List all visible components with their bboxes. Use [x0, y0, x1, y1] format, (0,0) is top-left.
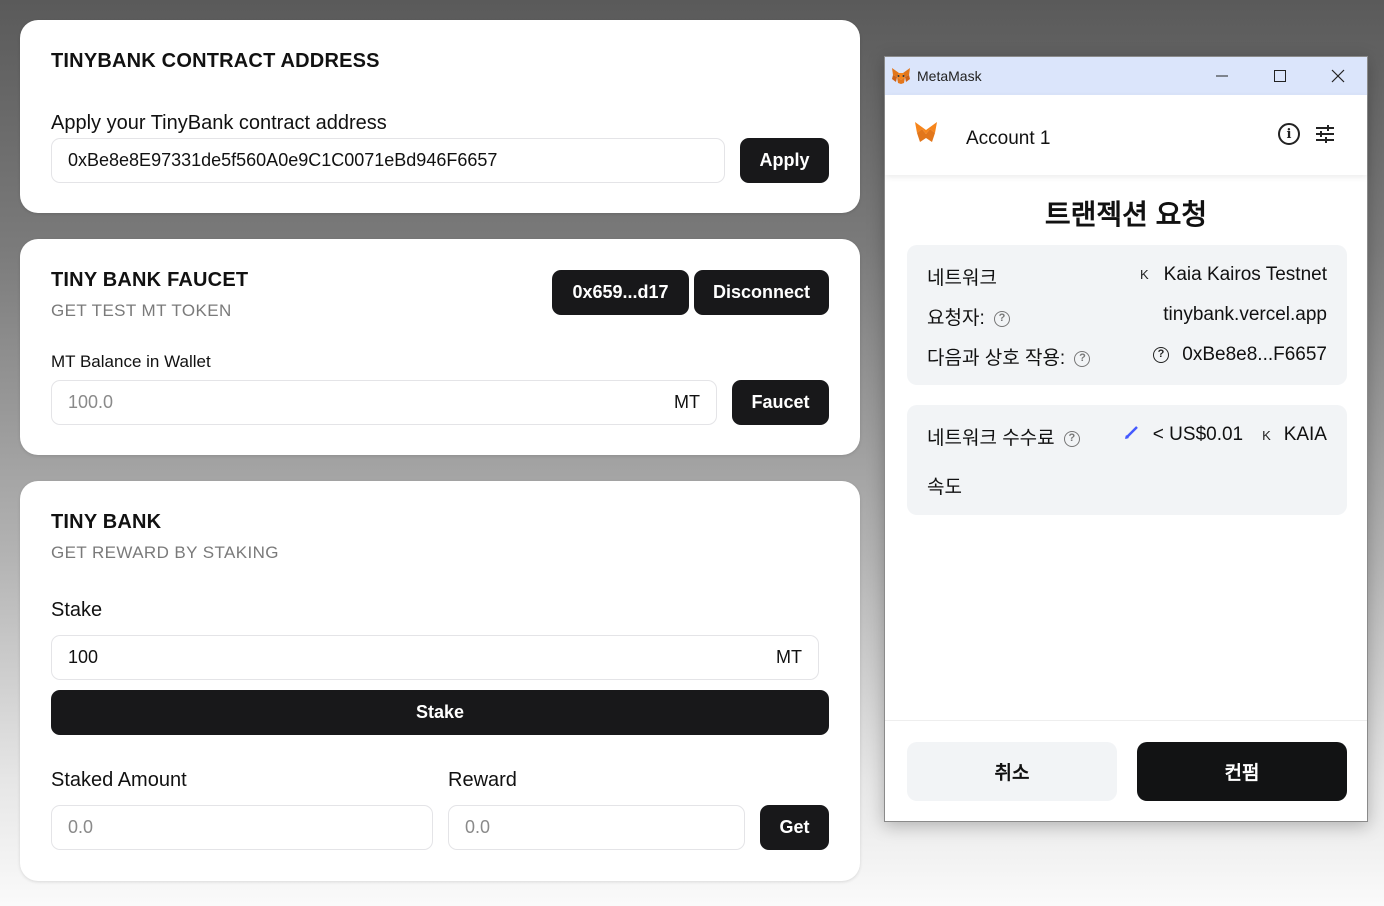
network-value: Kaia Kairos Testnet [1163, 264, 1327, 285]
balance-field: 100.0 MT [51, 380, 717, 425]
fee-token: KAIA [1283, 424, 1327, 446]
help-icon[interactable]: ? [994, 310, 1011, 327]
requester-row-label: 요청자: ? [927, 303, 1011, 330]
balance-unit: MT [674, 392, 700, 412]
account-header: Account 1 i [885, 95, 1367, 175]
metamask-window: MetaMask Account 1 i 트랜젝션 요청 네트워크 K Kaia… [884, 56, 1368, 822]
network-value-row: K Kaia Kairos Testnet [1136, 264, 1327, 286]
account-address-button[interactable]: 0x659...d17 [552, 270, 689, 315]
metamask-logo-icon [915, 122, 937, 142]
request-details-panel: 네트워크 K Kaia Kairos Testnet 요청자: ? tinyba… [907, 245, 1347, 385]
info-icon[interactable]: i [1278, 123, 1300, 145]
reward-field: 0.0 [448, 805, 745, 850]
settings-sliders-icon[interactable] [1314, 123, 1336, 150]
interact-label: 다음과 상호 작용: [927, 348, 1066, 369]
card-subtitle: GET REWARD BY STAKING [51, 543, 279, 562]
network-label: 네트워크 [927, 268, 997, 289]
window-titlebar: MetaMask [885, 57, 1367, 95]
stake-value: 100 [68, 647, 99, 667]
account-name[interactable]: Account 1 [966, 128, 1051, 150]
interact-row-label: 다음과 상호 작용: ? [927, 343, 1091, 370]
staked-amount-field: 0.0 [51, 805, 433, 850]
staked-amount-label: Staked Amount [51, 769, 187, 791]
transaction-heading: 트랜젝션 요청 [1044, 199, 1208, 230]
account-avatar[interactable] [905, 111, 947, 153]
fee-label: 네트워크 수수료 [927, 428, 1055, 449]
requester-value: tinybank.vercel.app [1163, 304, 1327, 325]
card-subtitle: GET TEST MT TOKEN [51, 301, 232, 320]
balance-value: 100.0 [68, 392, 114, 412]
contract-address-label: Apply your TinyBank contract address [51, 112, 387, 134]
minimize-icon[interactable] [1193, 57, 1251, 95]
requester-label: 요청자: [927, 308, 985, 329]
stake-button[interactable]: Stake [51, 690, 829, 735]
edit-pencil-icon[interactable] [1124, 424, 1140, 446]
close-icon[interactable] [1309, 57, 1367, 95]
help-icon[interactable]: ? [1074, 350, 1091, 367]
staked-amount-value: 0.0 [68, 817, 94, 837]
fox-icon [891, 67, 911, 85]
stake-label: Stake [51, 599, 103, 621]
contract-address-input[interactable]: 0xBe8e8E97331de5f560A0e9C1C0071eBd946F66… [51, 138, 725, 183]
faucet-button[interactable]: Faucet [732, 380, 829, 425]
help-icon[interactable]: ? [1063, 430, 1080, 447]
tiny-bank-card: TINY BANK GET REWARD BY STAKING Stake 10… [20, 481, 860, 881]
footer-divider [885, 720, 1367, 721]
card-title: TINY BANK [51, 511, 162, 533]
kaia-token-icon: K [1262, 427, 1271, 443]
fee-value: < US$0.01 [1152, 424, 1244, 446]
fee-panel: 네트워크 수수료 ? < US$0.01 K KAIA 속도 [907, 405, 1347, 515]
fee-row-label: 네트워크 수수료 ? [927, 423, 1080, 450]
kaia-network-icon: K [1140, 267, 1149, 283]
card-title: TINYBANK CONTRACT ADDRESS [51, 50, 380, 72]
maximize-icon[interactable] [1251, 57, 1309, 95]
interact-value[interactable]: 0xBe8e8...F6657 [1182, 344, 1327, 365]
contract-address-card: TINYBANK CONTRACT ADDRESS Apply your Tin… [20, 20, 860, 213]
speed-label: 속도 [927, 477, 962, 498]
fee-value-row: < US$0.01 K KAIA [1124, 424, 1327, 446]
card-title: TINY BANK FAUCET [51, 269, 249, 291]
faucet-card: TINY BANK FAUCET GET TEST MT TOKEN 0x659… [20, 239, 860, 455]
reward-value: 0.0 [465, 817, 491, 837]
balance-label: MT Balance in Wallet [51, 352, 211, 371]
contract-address-value: 0xBe8e8E97331de5f560A0e9C1C0071eBd946F66… [68, 150, 498, 170]
apply-button[interactable]: Apply [740, 138, 829, 183]
confirm-button[interactable]: 컨펌 [1137, 742, 1347, 801]
window-title: MetaMask [917, 68, 982, 84]
stake-unit: MT [776, 647, 802, 667]
stake-input[interactable]: 100 MT [51, 635, 819, 680]
interact-value-row: ? 0xBe8e8...F6657 [1149, 344, 1327, 366]
cancel-button[interactable]: 취소 [907, 742, 1117, 801]
disconnect-button[interactable]: Disconnect [694, 270, 829, 315]
contract-help-icon[interactable]: ? [1153, 346, 1169, 363]
get-reward-button[interactable]: Get [760, 805, 829, 850]
reward-label: Reward [448, 769, 517, 791]
